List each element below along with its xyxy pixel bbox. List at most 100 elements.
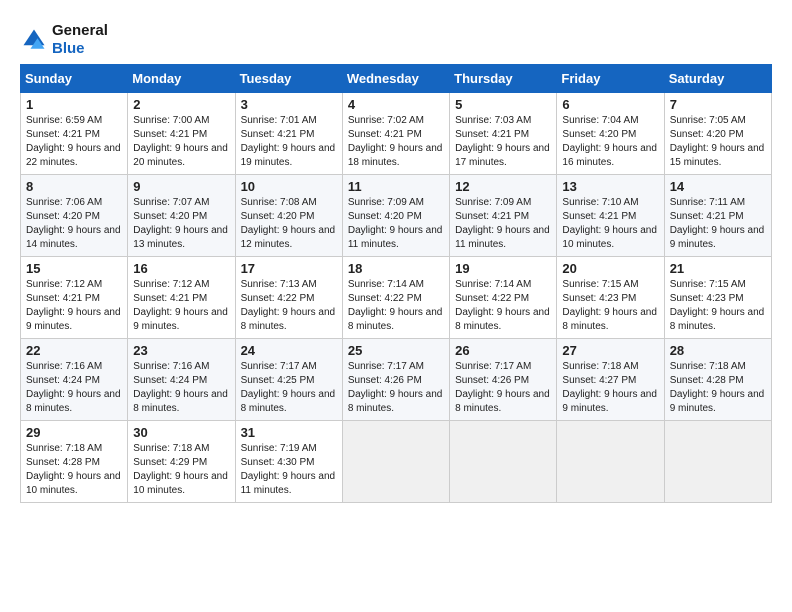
day-info: Sunrise: 7:09 AMSunset: 4:21 PMDaylight:…: [455, 197, 550, 250]
day-number: 14: [670, 179, 766, 194]
day-info: Sunrise: 7:15 AMSunset: 4:23 PMDaylight:…: [670, 279, 765, 332]
day-number: 1: [26, 97, 122, 112]
day-info: Sunrise: 7:14 AMSunset: 4:22 PMDaylight:…: [455, 279, 550, 332]
day-number: 25: [348, 343, 444, 358]
calendar-cell: [450, 421, 557, 503]
day-number: 15: [26, 261, 122, 276]
day-info: Sunrise: 7:10 AMSunset: 4:21 PMDaylight:…: [562, 197, 657, 250]
calendar-cell: 8 Sunrise: 7:06 AMSunset: 4:20 PMDaylight…: [21, 175, 128, 257]
calendar-cell: 20Sunrise: 7:15 AMSunset: 4:23 PMDayligh…: [557, 257, 664, 339]
calendar-cell: 5 Sunrise: 7:03 AMSunset: 4:21 PMDaylight…: [450, 93, 557, 175]
day-number: 28: [670, 343, 766, 358]
day-info: Sunrise: 7:07 AMSunset: 4:20 PMDaylight:…: [133, 197, 228, 250]
calendar-cell: 18 Sunrise: 7:14 AMSunset: 4:22 PMDayligh…: [342, 257, 449, 339]
day-number: 9: [133, 179, 229, 194]
calendar-cell: 14 Sunrise: 7:11 AMSunset: 4:21 PMDayligh…: [664, 175, 771, 257]
day-number: 21: [670, 261, 766, 276]
day-info: Sunrise: 7:08 AMSunset: 4:20 PMDaylight:…: [241, 197, 336, 250]
logo-text: General Blue: [52, 22, 108, 58]
day-number: 10: [241, 179, 337, 194]
calendar-cell: 24Sunrise: 7:17 AMSunset: 4:25 PMDayligh…: [235, 339, 342, 421]
day-info: Sunrise: 7:17 AMSunset: 4:26 PMDaylight:…: [348, 361, 443, 414]
day-info: Sunrise: 7:04 AMSunset: 4:20 PMDaylight:…: [562, 115, 657, 168]
day-info: Sunrise: 7:14 AMSunset: 4:22 PMDaylight:…: [348, 279, 443, 332]
day-info: Sunrise: 7:09 AMSunset: 4:20 PMDaylight:…: [348, 197, 443, 250]
day-info: Sunrise: 7:18 AMSunset: 4:28 PMDaylight:…: [670, 361, 765, 414]
logo: General Blue: [20, 22, 108, 58]
day-number: 4: [348, 97, 444, 112]
day-number: 13: [562, 179, 658, 194]
day-info: Sunrise: 7:00 AMSunset: 4:21 PMDaylight:…: [133, 115, 228, 168]
header-wednesday: Wednesday: [342, 65, 449, 93]
calendar-header-row: SundayMondayTuesdayWednesdayThursdayFrid…: [21, 65, 772, 93]
calendar-cell: 26 Sunrise: 7:17 AMSunset: 4:26 PMDayligh…: [450, 339, 557, 421]
day-number: 27: [562, 343, 658, 358]
day-number: 18: [348, 261, 444, 276]
header-thursday: Thursday: [450, 65, 557, 93]
calendar-cell: 2 Sunrise: 7:00 AMSunset: 4:21 PMDaylight…: [128, 93, 235, 175]
calendar-week-5: 29 Sunrise: 7:18 AMSunset: 4:28 PMDayligh…: [21, 421, 772, 503]
day-info: Sunrise: 7:02 AMSunset: 4:21 PMDaylight:…: [348, 115, 443, 168]
calendar-cell: 19 Sunrise: 7:14 AMSunset: 4:22 PMDayligh…: [450, 257, 557, 339]
calendar-cell: 3 Sunrise: 7:01 AMSunset: 4:21 PMDaylight…: [235, 93, 342, 175]
calendar-cell: 25 Sunrise: 7:17 AMSunset: 4:26 PMDayligh…: [342, 339, 449, 421]
calendar-cell: 13 Sunrise: 7:10 AMSunset: 4:21 PMDayligh…: [557, 175, 664, 257]
day-number: 7: [670, 97, 766, 112]
calendar-table: SundayMondayTuesdayWednesdayThursdayFrid…: [20, 64, 772, 503]
logo-icon: [20, 26, 48, 54]
calendar-cell: 30 Sunrise: 7:18 AMSunset: 4:29 PMDayligh…: [128, 421, 235, 503]
day-number: 3: [241, 97, 337, 112]
day-number: 19: [455, 261, 551, 276]
day-number: 16: [133, 261, 229, 276]
calendar-cell: 12 Sunrise: 7:09 AMSunset: 4:21 PMDayligh…: [450, 175, 557, 257]
calendar-cell: 27 Sunrise: 7:18 AMSunset: 4:27 PMDayligh…: [557, 339, 664, 421]
day-info: Sunrise: 7:06 AMSunset: 4:20 PMDaylight:…: [26, 197, 121, 250]
day-info: Sunrise: 7:11 AMSunset: 4:21 PMDaylight:…: [670, 197, 765, 250]
day-number: 2: [133, 97, 229, 112]
day-number: 29: [26, 425, 122, 440]
day-info: Sunrise: 7:18 AMSunset: 4:28 PMDaylight:…: [26, 443, 121, 496]
calendar-cell: 11 Sunrise: 7:09 AMSunset: 4:20 PMDayligh…: [342, 175, 449, 257]
calendar-cell: 6Sunrise: 7:04 AMSunset: 4:20 PMDaylight…: [557, 93, 664, 175]
day-info: Sunrise: 7:13 AMSunset: 4:22 PMDaylight:…: [241, 279, 336, 332]
day-number: 17: [241, 261, 337, 276]
day-info: Sunrise: 7:05 AMSunset: 4:20 PMDaylight:…: [670, 115, 765, 168]
day-info: Sunrise: 7:12 AMSunset: 4:21 PMDaylight:…: [26, 279, 121, 332]
day-info: Sunrise: 6:59 AMSunset: 4:21 PMDaylight:…: [26, 115, 121, 168]
day-number: 24: [241, 343, 337, 358]
calendar-cell: 7 Sunrise: 7:05 AMSunset: 4:20 PMDaylight…: [664, 93, 771, 175]
day-info: Sunrise: 7:01 AMSunset: 4:21 PMDaylight:…: [241, 115, 336, 168]
header-tuesday: Tuesday: [235, 65, 342, 93]
calendar-cell: 1 Sunrise: 6:59 AMSunset: 4:21 PMDaylight…: [21, 93, 128, 175]
day-number: 23: [133, 343, 229, 358]
calendar-page: General Blue SundayMondayTuesdayWednesda…: [0, 0, 792, 513]
calendar-cell: 28 Sunrise: 7:18 AMSunset: 4:28 PMDayligh…: [664, 339, 771, 421]
day-number: 5: [455, 97, 551, 112]
day-number: 8: [26, 179, 122, 194]
calendar-cell: [664, 421, 771, 503]
day-number: 31: [241, 425, 337, 440]
calendar-cell: 22Sunrise: 7:16 AMSunset: 4:24 PMDayligh…: [21, 339, 128, 421]
calendar-cell: 29 Sunrise: 7:18 AMSunset: 4:28 PMDayligh…: [21, 421, 128, 503]
day-number: 20: [562, 261, 658, 276]
calendar-cell: 31 Sunrise: 7:19 AMSunset: 4:30 PMDayligh…: [235, 421, 342, 503]
calendar-cell: 9 Sunrise: 7:07 AMSunset: 4:20 PMDaylight…: [128, 175, 235, 257]
day-info: Sunrise: 7:18 AMSunset: 4:29 PMDaylight:…: [133, 443, 228, 496]
day-info: Sunrise: 7:18 AMSunset: 4:27 PMDaylight:…: [562, 361, 657, 414]
day-info: Sunrise: 7:17 AMSunset: 4:26 PMDaylight:…: [455, 361, 550, 414]
day-info: Sunrise: 7:12 AMSunset: 4:21 PMDaylight:…: [133, 279, 228, 332]
day-info: Sunrise: 7:03 AMSunset: 4:21 PMDaylight:…: [455, 115, 550, 168]
header-sunday: Sunday: [21, 65, 128, 93]
day-number: 30: [133, 425, 229, 440]
header-monday: Monday: [128, 65, 235, 93]
header: General Blue: [20, 18, 772, 58]
day-number: 11: [348, 179, 444, 194]
day-info: Sunrise: 7:19 AMSunset: 4:30 PMDaylight:…: [241, 443, 336, 496]
day-number: 12: [455, 179, 551, 194]
calendar-cell: 4 Sunrise: 7:02 AMSunset: 4:21 PMDaylight…: [342, 93, 449, 175]
day-info: Sunrise: 7:16 AMSunset: 4:24 PMDaylight:…: [133, 361, 228, 414]
day-number: 26: [455, 343, 551, 358]
calendar-cell: 17 Sunrise: 7:13 AMSunset: 4:22 PMDayligh…: [235, 257, 342, 339]
calendar-week-1: 1 Sunrise: 6:59 AMSunset: 4:21 PMDaylight…: [21, 93, 772, 175]
calendar-cell: 15 Sunrise: 7:12 AMSunset: 4:21 PMDayligh…: [21, 257, 128, 339]
